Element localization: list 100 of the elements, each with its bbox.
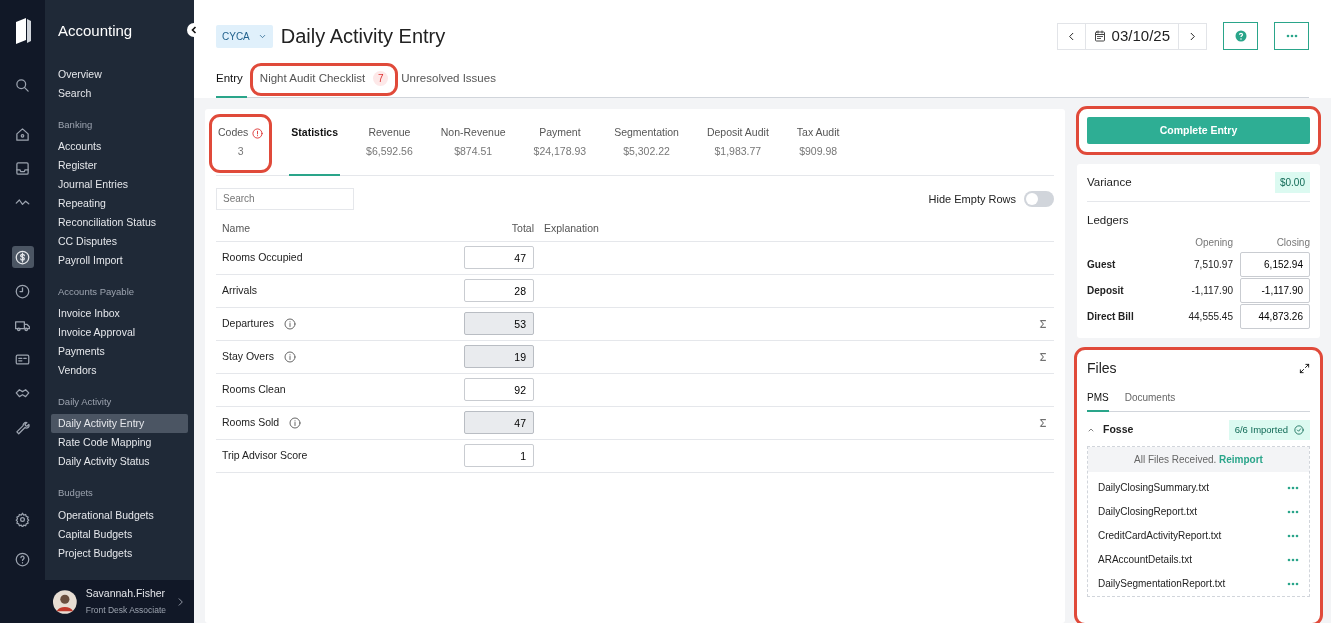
expand-icon[interactable] [1299, 362, 1310, 374]
more-icon[interactable] [1287, 581, 1299, 586]
row-label: Rooms Occupied [222, 249, 303, 265]
files-tab[interactable]: PMS [1087, 386, 1109, 412]
opening-value: 44,555.45 [1187, 310, 1233, 324]
column-header: Total [510, 221, 534, 237]
sidebar-item[interactable]: Journal Entries [51, 174, 188, 194]
total-field[interactable]: 53 [464, 312, 534, 336]
closing-field[interactable]: 6,152.94 [1240, 252, 1310, 277]
search-field[interactable]: Search [216, 187, 354, 210]
more-icon[interactable] [1287, 557, 1299, 562]
opening-value: -1,117.90 [1190, 284, 1233, 298]
category-tab[interactable]: Payment $24,178.93 [531, 109, 589, 176]
ledger-name: Deposit [1087, 284, 1125, 298]
toggle-switch[interactable] [1024, 190, 1054, 207]
total-field[interactable]: 28 [464, 279, 534, 303]
property-selector[interactable]: CYCA [216, 24, 273, 48]
more-icon[interactable] [1287, 533, 1299, 538]
closing-field[interactable]: -1,117.90 [1240, 278, 1310, 303]
check-circle-icon [1294, 424, 1304, 435]
row-label: Rooms Clean [222, 381, 286, 397]
sidebar-item[interactable]: Reconciliation Status [51, 212, 188, 232]
sidebar-item[interactable]: Invoice Inbox [51, 304, 188, 323]
help-button[interactable] [1223, 22, 1258, 50]
column-header: Explanation [544, 221, 599, 237]
category-tab[interactable]: Non-Revenue $874.51 [438, 109, 508, 176]
sidebar-item[interactable]: Register [51, 155, 188, 175]
toggle-label: Hide Empty Rows [928, 191, 1016, 207]
total-field[interactable]: 19 [464, 345, 534, 369]
sidebar-item[interactable]: Project Budgets [51, 543, 188, 563]
sidebar-item[interactable]: Daily Activity Entry [51, 414, 188, 434]
status-text: All Files Received. [1134, 453, 1218, 465]
search-icon[interactable] [15, 77, 30, 93]
logo [13, 18, 32, 44]
category-tab[interactable]: Segmentation $5,302.22 [612, 109, 681, 176]
closing-field[interactable]: 44,873.26 [1240, 304, 1310, 329]
sidebar-item[interactable]: Capital Budgets [51, 524, 188, 544]
sidebar-item[interactable]: Payroll Import [51, 250, 188, 270]
ledger-name: Guest [1087, 258, 1117, 272]
category-tab[interactable]: Tax Audit $909.98 [794, 109, 842, 176]
total-field[interactable]: 47 [464, 246, 534, 270]
file-name: CreditCardActivityReport.txt [1098, 529, 1222, 544]
category-tab[interactable]: Statistics [289, 109, 341, 176]
sidebar-item[interactable]: Invoice Approval [51, 323, 188, 342]
sidebar-item[interactable]: Payments [51, 342, 188, 361]
total-field[interactable]: 47 [464, 411, 534, 435]
sidebar-item[interactable]: Search [51, 83, 188, 103]
clock-icon[interactable] [15, 283, 30, 299]
sidebar-item[interactable]: Rate Code Mapping [51, 433, 188, 453]
sidebar-item[interactable]: Vendors [51, 361, 188, 380]
variance-label: Variance [1087, 175, 1132, 191]
dollar-icon[interactable] [15, 249, 30, 265]
alert-icon [252, 127, 264, 139]
section-heading: Banking [57, 117, 94, 132]
page-title: Daily Activity Entry [280, 24, 446, 48]
sidebar-item[interactable]: Daily Activity Status [51, 452, 188, 472]
more-button[interactable] [1274, 22, 1309, 50]
sidebar-item[interactable]: Operational Budgets [51, 505, 188, 525]
section-heading: Budgets [57, 486, 94, 501]
category-tab[interactable]: Codes 3 [212, 117, 270, 170]
calendar-icon [1093, 30, 1106, 42]
page-tab[interactable]: Entry [216, 66, 247, 99]
group-toggle[interactable]: Fosse [1087, 421, 1134, 438]
settings-icon[interactable] [15, 511, 30, 527]
inbox-icon[interactable] [15, 160, 30, 176]
row-label: Departures [222, 315, 274, 331]
sidebar-title: Accounting [57, 21, 134, 41]
row-label: Stay Overs [222, 348, 274, 364]
wrench-icon[interactable] [15, 419, 30, 435]
home-icon[interactable] [15, 126, 30, 142]
ledger-name: Direct Bill [1087, 310, 1135, 324]
sidebar-item[interactable]: CC Disputes [51, 231, 188, 251]
sidebar-item[interactable]: Repeating [51, 193, 188, 213]
row-label: Arrivals [222, 282, 257, 298]
sidebar-item[interactable]: Accounts [51, 136, 188, 156]
sigma-icon [1038, 318, 1048, 329]
more-icon [1285, 34, 1298, 38]
section-heading: Daily Activity [57, 395, 113, 409]
category-tab[interactable]: Deposit Audit $1,983.77 [704, 109, 771, 176]
status-badge: 6/6 Imported [1228, 419, 1310, 440]
row-label: Trip Advisor Score [222, 447, 308, 463]
page-tab[interactable]: Night Audit Checklist 7 [252, 66, 396, 94]
page-tab[interactable]: Unresolved Issues [401, 66, 500, 99]
more-icon[interactable] [1287, 509, 1299, 514]
row-label: Rooms Sold [222, 414, 280, 430]
column-header: Opening [1194, 236, 1233, 250]
total-field[interactable]: 92 [464, 378, 534, 402]
column-header: Closing [1275, 236, 1310, 250]
help-icon [1234, 30, 1247, 42]
user-name: Savannah.Fisher [85, 586, 167, 602]
opening-value: 7,510.97 [1193, 258, 1233, 272]
card-icon[interactable] [15, 351, 30, 367]
more-icon[interactable] [1287, 485, 1299, 490]
sidebar-item[interactable]: Overview [51, 64, 188, 84]
files-tab[interactable]: Documents [1124, 386, 1176, 412]
sigma-icon [1038, 351, 1048, 362]
category-tab[interactable]: Revenue $6,592.56 [364, 109, 415, 176]
help-icon[interactable] [15, 551, 30, 567]
column-header: Name [222, 221, 250, 237]
total-field[interactable]: 1 [464, 444, 534, 468]
